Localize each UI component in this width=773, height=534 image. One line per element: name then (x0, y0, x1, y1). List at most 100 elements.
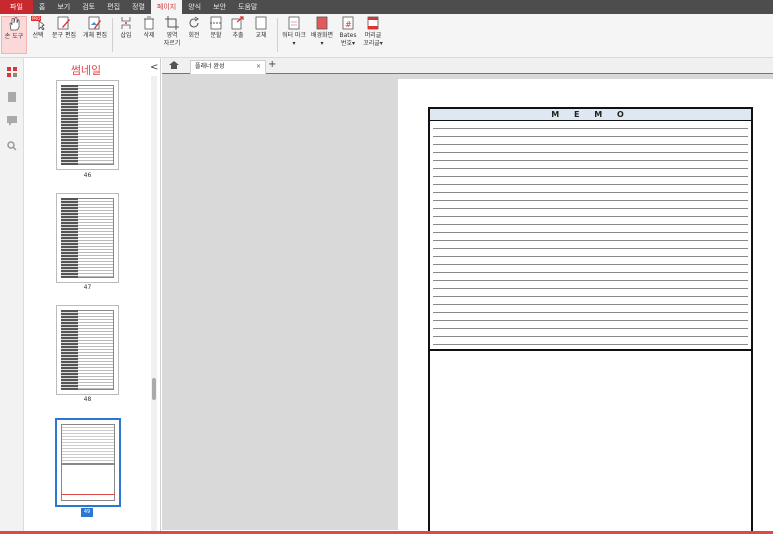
close-tab-icon[interactable]: × (256, 61, 261, 73)
thumbnail-preview (61, 464, 115, 501)
bates-label-1: Bates (339, 32, 357, 39)
collapse-panel-icon[interactable]: < (150, 62, 158, 73)
menu-page[interactable]: 페이지 (150, 0, 183, 14)
selected-page-thumbnail[interactable] (55, 418, 121, 507)
object-edit-button[interactable]: 개체 편집 (81, 16, 109, 40)
thumbnail-scrollbar[interactable] (151, 76, 157, 534)
header-label-1: 머리글 (364, 32, 382, 39)
thumbnail-preview (61, 198, 78, 278)
rotate-label: 회전 (188, 32, 200, 39)
document-viewer[interactable]: M E M O (162, 74, 773, 531)
dropdown-arrow-icon: ▾ (352, 40, 356, 47)
ribbon-separator (112, 18, 113, 52)
left-sidebar (0, 58, 24, 534)
dropdown-arrow-icon: ▾ (379, 40, 383, 47)
text-edit-button[interactable]: 문구 편집 (50, 16, 78, 40)
replace-label: 교체 (255, 32, 267, 39)
selected-page-number: 49 (81, 508, 93, 517)
split-button[interactable]: 분할 (207, 16, 225, 40)
crop-label-1: 영역 (166, 32, 178, 39)
menu-view[interactable]: 보기 (51, 0, 76, 14)
text-edit-label: 문구 편집 (52, 32, 76, 39)
insert-page-icon (119, 16, 133, 30)
home-icon[interactable] (168, 60, 184, 72)
page-thumbnail[interactable] (56, 305, 119, 395)
memo-lines (430, 121, 751, 349)
bookmark-icon[interactable] (7, 92, 17, 102)
dropdown-arrow-icon: ▾ (320, 40, 324, 47)
menu-help[interactable]: 도움말 (232, 0, 263, 14)
header-footer-button[interactable]: 머리글 꼬리글▾ (361, 16, 385, 48)
menu-review[interactable]: 검토 (76, 0, 101, 14)
select-label: 선택 (32, 32, 44, 39)
replace-icon (254, 16, 268, 30)
bates-icon: # (341, 16, 355, 30)
thumbnail-preview (61, 85, 78, 165)
object-edit-label: 개체 편집 (83, 32, 107, 39)
extract-button[interactable]: 추출 (229, 16, 247, 40)
hand-tool-button[interactable]: 손 도구 (1, 16, 27, 54)
extract-label: 추출 (232, 32, 244, 39)
memo-divider (430, 349, 751, 351)
thumbnail-preview (61, 310, 78, 390)
bates-number-button[interactable]: # Bates 번호▾ (338, 16, 358, 48)
menu-form[interactable]: 양식 (182, 0, 207, 14)
menu-arrange[interactable]: 정렬 (126, 0, 151, 14)
ribbon-toolbar: 손 도구 PRO 선택 문구 편집 개체 편집 삽입 삭제 영역 자르기 회전 … (0, 14, 773, 58)
select-button[interactable]: PRO 선택 (28, 16, 48, 40)
extract-icon (231, 16, 245, 30)
comment-icon[interactable] (7, 116, 17, 126)
crop-area-button[interactable]: 영역 자르기 (160, 16, 184, 48)
menu-home[interactable]: 홈 (33, 0, 51, 14)
trash-icon (142, 16, 156, 30)
document-page: M E M O (398, 79, 773, 531)
watermark-icon (287, 16, 301, 30)
add-tab-button[interactable]: + (268, 59, 276, 70)
menu-edit[interactable]: 편집 (101, 0, 126, 14)
background-button[interactable]: 배경화면 ▾ (309, 16, 335, 48)
insert-label: 삽입 (120, 32, 132, 39)
menu-security[interactable]: 보안 (207, 0, 232, 14)
thumbnail-page-number: 47 (83, 284, 92, 291)
menu-bar: 파일 홈 보기 검토 편집 정렬 페이지 양식 보안 도움말 (0, 0, 773, 14)
thumbnail-page-number: 48 (83, 396, 92, 403)
header-footer-icon (366, 16, 380, 30)
crop-icon (165, 16, 179, 30)
document-tab-bar: 플래너 완성 × + (162, 58, 773, 74)
page-thumbnail[interactable] (56, 80, 119, 170)
text-edit-icon (57, 16, 71, 30)
ribbon-separator (277, 18, 278, 52)
dropdown-arrow-icon: ▾ (292, 40, 296, 47)
memo-box: M E M O (428, 107, 753, 531)
hand-tool-label: 손 도구 (4, 33, 24, 40)
object-edit-icon (88, 16, 102, 30)
delete-label: 삭제 (143, 32, 155, 39)
thumbnail-page-number: 46 (83, 172, 92, 179)
memo-title: M E M O (430, 109, 751, 121)
crop-label-2: 자르기 (163, 40, 181, 47)
background-icon (315, 16, 329, 30)
replace-button[interactable]: 교체 (252, 16, 270, 40)
split-label: 분할 (210, 32, 222, 39)
rotate-button[interactable]: 회전 (185, 16, 203, 40)
thumbnail-panel: 썸네일 < 46 47 48 49 (24, 58, 161, 534)
background-label: 배경화면 (310, 32, 334, 39)
document-tab-label: 플래너 완성 (195, 63, 225, 70)
insert-button[interactable]: 삽입 (116, 16, 136, 40)
watermark-button[interactable]: 워터 마크 ▾ (281, 16, 307, 48)
rotate-icon (187, 16, 201, 30)
select-cursor-icon: PRO (31, 16, 45, 31)
document-tab[interactable]: 플래너 완성 × (190, 60, 266, 74)
search-icon[interactable] (7, 141, 17, 151)
pro-badge: PRO (31, 16, 42, 21)
split-icon (209, 16, 223, 30)
header-label-2: 꼬리글 (363, 40, 380, 47)
scrollbar-thumb[interactable] (152, 378, 156, 400)
page-thumbnail[interactable] (56, 193, 119, 283)
svg-text:#: # (345, 20, 352, 29)
delete-button[interactable]: 삭제 (140, 16, 158, 40)
thumbnail-panel-title: 썸네일 (70, 64, 102, 77)
thumbnail-preview (61, 424, 115, 464)
thumbnails-panel-icon[interactable] (7, 67, 17, 77)
menu-file[interactable]: 파일 (0, 0, 33, 14)
